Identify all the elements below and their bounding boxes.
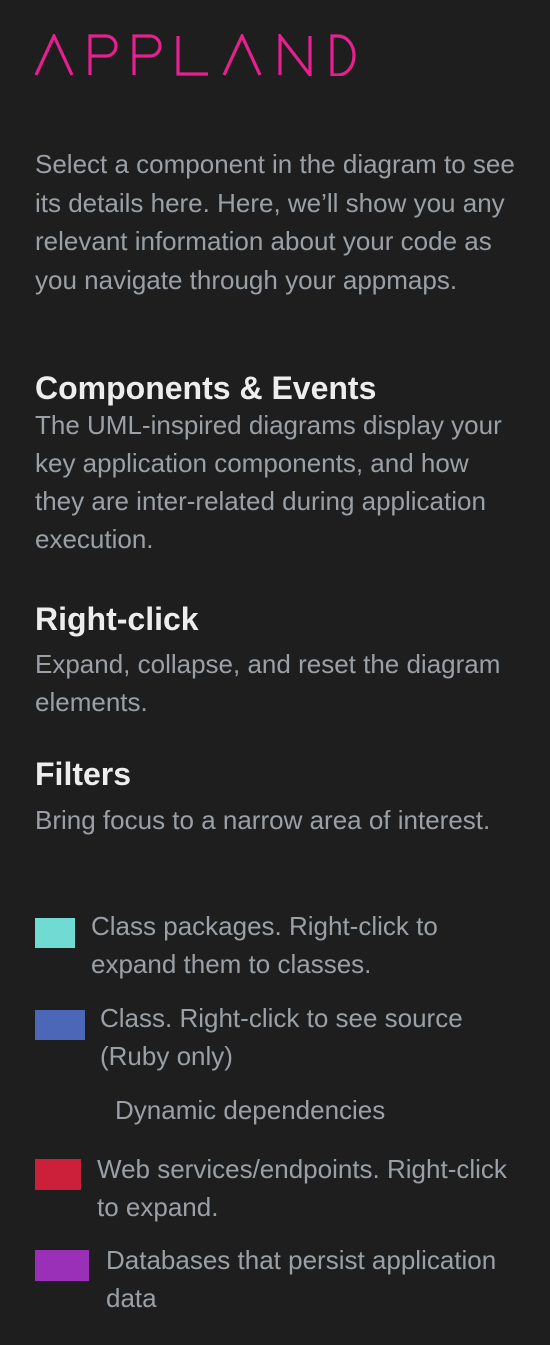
legend-item-databases: Databases that persist application data [35, 1241, 520, 1319]
legend-label: Class packages. Right-click to expand th… [91, 911, 438, 979]
section-title: Right-click [35, 601, 199, 637]
section-right-click: Right-click Expand, collapse, and reset … [35, 600, 520, 721]
legend-item-class-packages: Class packages. Right-click to expand th… [35, 907, 520, 985]
legend-item-dynamic-dependencies: Dynamic dependencies [35, 1091, 520, 1131]
legend-item-class: Class. Right-click to see source (Ruby o… [35, 999, 520, 1077]
section-title: Components & Events [35, 370, 377, 406]
legend-item-web-services: Web services/endpoints. Right-click to e… [35, 1150, 520, 1228]
legend-label: Class. Right-click to see source (Ruby o… [100, 1003, 463, 1071]
details-panel: Select a component in the diagram to see… [0, 0, 550, 1345]
section-components-events: Components & Events The UML-inspired dia… [35, 369, 520, 558]
section-title: Filters [35, 756, 132, 792]
database-swatch-icon [35, 1250, 89, 1281]
class-package-swatch-icon [35, 918, 75, 948]
class-swatch-icon [35, 1010, 85, 1040]
section-body: The UML-inspired diagrams display your k… [35, 410, 502, 554]
http-swatch-icon [35, 1159, 81, 1190]
appland-logo [34, 34, 356, 76]
legend-label: Web services/endpoints. Right-click to e… [97, 1154, 507, 1222]
intro-text: Select a component in the diagram to see… [35, 149, 515, 295]
dynamic-dependency-line-icon [35, 1109, 101, 1111]
section-body: Bring focus to a narrow area of interest… [35, 805, 491, 835]
legend-label: Databases that persist application data [106, 1245, 497, 1313]
section-body: Expand, collapse, and reset the diagram … [35, 649, 501, 717]
legend-label: Dynamic dependencies [115, 1095, 386, 1125]
section-filters: Filters Bring focus to a narrow area of … [35, 755, 520, 839]
